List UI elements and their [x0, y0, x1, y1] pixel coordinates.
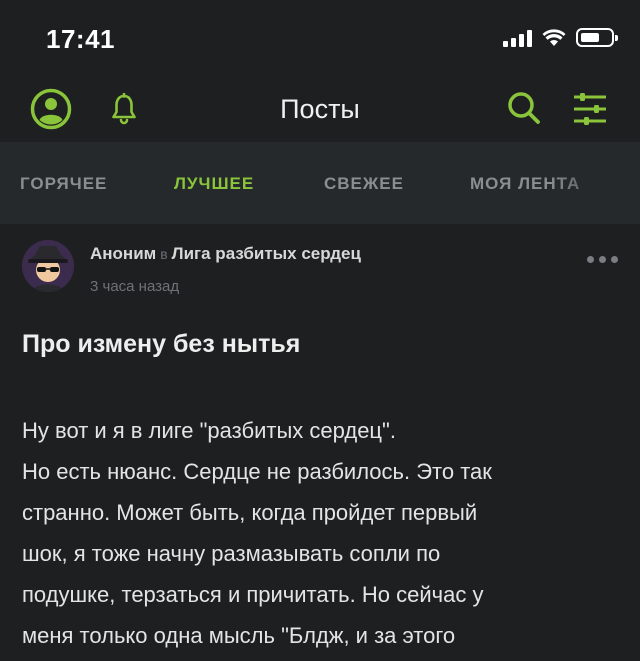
tab-best[interactable]: ЛУЧШЕЕ	[174, 174, 254, 194]
author-avatar[interactable]	[22, 240, 74, 292]
status-time: 17:41	[46, 24, 115, 54]
post-header: Аноним в Лига разбитых сердец 3 часа назад	[0, 224, 640, 314]
app-screen: 17:41 Посты ГОРЯЧЕЕ ЛУЧШЕЕ СВЕЖЕЕ МОЯ ЛЕ…	[0, 0, 640, 661]
post-body-line: Ну вот и я в лиге "разбитых сердец".	[22, 418, 396, 443]
tab-hot[interactable]: ГОРЯЧЕЕ	[20, 174, 107, 194]
more-icon[interactable]	[587, 256, 618, 263]
status-icons	[503, 28, 618, 47]
signal-icon	[503, 29, 532, 47]
post-body-line: Но есть нюанс. Сердце не разбилось. Это …	[22, 459, 492, 484]
feed-tabs: ГОРЯЧЕЕ ЛУЧШЕЕ СВЕЖЕЕ МОЯ ЛЕНТА	[0, 142, 640, 224]
search-icon[interactable]	[506, 90, 542, 126]
wifi-icon	[542, 28, 566, 46]
post-body-line: шок, я тоже начну размазывать сопли по	[22, 541, 441, 566]
top-app-bar: Посты	[0, 76, 640, 142]
status-bar: 17:41	[0, 0, 640, 76]
post-time: 3 часа назад	[90, 278, 180, 295]
post-body-line: подушке, терзаться и причитать. Но сейча…	[22, 582, 484, 607]
post-body-line: странно. Может быть, когда пройдет первы…	[22, 500, 478, 525]
filter-icon[interactable]	[572, 92, 608, 126]
in-word: в	[160, 246, 168, 262]
post-body: Ну вот и я в лиге "разбитых сердец". Но …	[22, 410, 602, 656]
post-title[interactable]: Про измену без нытья	[22, 330, 300, 359]
page-title: Посты	[280, 94, 360, 124]
tabs-fade-overlay	[550, 142, 640, 224]
author-line: Аноним в Лига разбитых сердец	[90, 244, 361, 264]
author-name[interactable]: Аноним	[90, 244, 156, 263]
community-name[interactable]: Лига разбитых сердец	[172, 244, 361, 263]
battery-icon	[576, 28, 618, 47]
tab-fresh[interactable]: СВЕЖЕЕ	[324, 174, 404, 194]
post-body-line: меня только одна мысль "Блдж, и за этого	[22, 623, 456, 648]
